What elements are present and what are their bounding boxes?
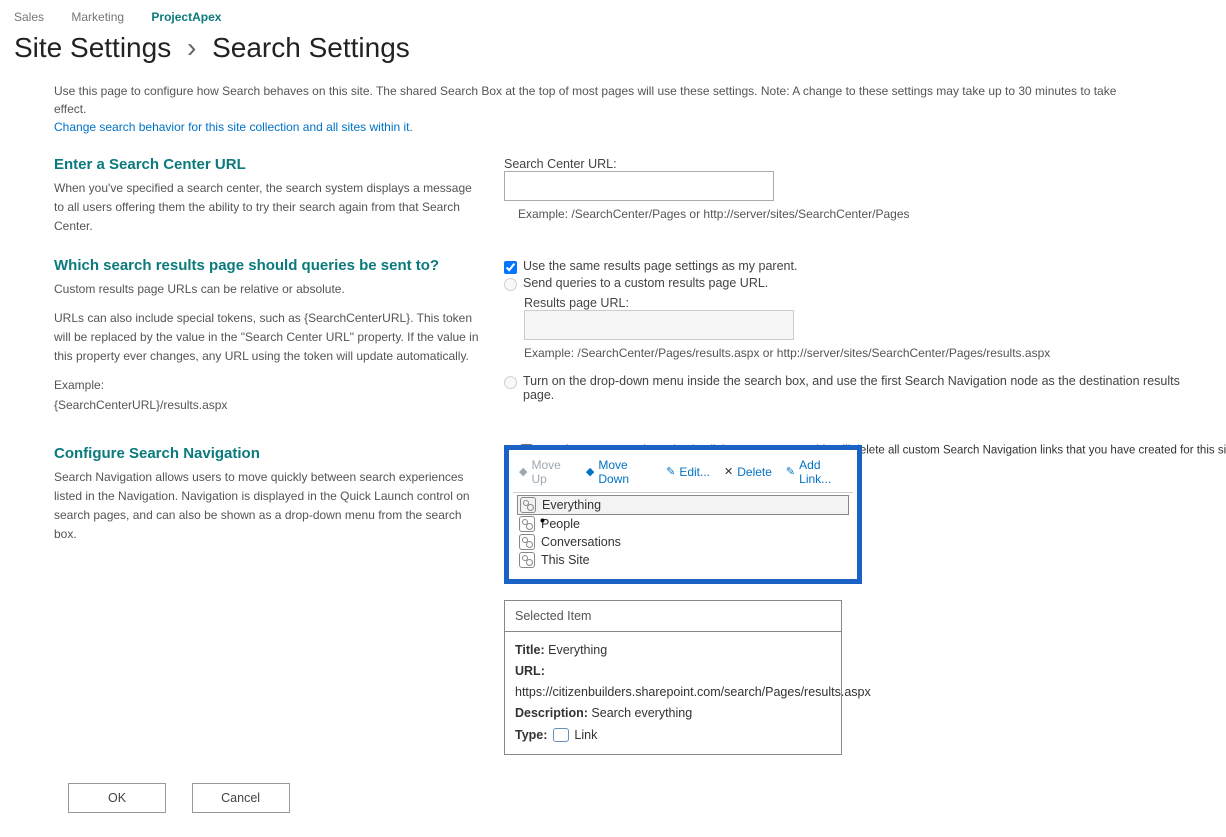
use-parent-results-label: Use the same results page settings as my…	[523, 259, 797, 273]
edit-button[interactable]: ✎Edit...	[666, 465, 710, 479]
page-title-part2: Search Settings	[212, 32, 410, 63]
page-title-part1: Site Settings	[14, 32, 171, 63]
intro-text: Use this page to configure how Search be…	[54, 82, 1134, 136]
selected-item-header: Selected Item	[504, 600, 842, 632]
add-link-button[interactable]: ✎Add Link...	[786, 458, 847, 486]
dropdown-results-label: Turn on the drop-down menu inside the se…	[523, 374, 1212, 402]
nav-toolbar: ◆Move Up ◆Move Down ✎Edit... ✕Delete ✎Ad…	[513, 454, 853, 490]
add-link-icon: ✎	[786, 465, 795, 478]
selected-item-panel: Selected Item Title: Everything URL:http…	[504, 600, 842, 755]
nav-item-label: People	[541, 517, 580, 531]
results-desc-2: URLs can also include special tokens, su…	[54, 309, 484, 367]
selected-title-value: Everything	[548, 643, 607, 657]
link-icon	[520, 497, 536, 513]
results-page-url-label: Results page URL:	[524, 296, 629, 310]
selected-desc-value: Search everything	[591, 706, 692, 720]
nav-item-label: Conversations	[541, 535, 621, 549]
results-page-url-input[interactable]	[524, 310, 794, 340]
move-down-button[interactable]: ◆Move Down	[586, 458, 652, 486]
link-icon	[519, 534, 535, 550]
delete-button[interactable]: ✕Delete	[724, 465, 772, 479]
move-up-button[interactable]: ◆Move Up	[519, 458, 572, 486]
selected-type-label: Type:	[515, 728, 547, 742]
nav-item-people[interactable]: People	[517, 515, 849, 533]
search-center-url-label: Search Center URL:	[504, 157, 617, 171]
breadcrumb-item-active[interactable]: ProjectApex	[151, 10, 221, 24]
cancel-button[interactable]: Cancel	[192, 783, 290, 813]
delete-icon: ✕	[724, 465, 733, 478]
custom-results-label: Send queries to a custom results page UR…	[523, 276, 768, 290]
edit-icon: ✎	[666, 465, 675, 478]
link-icon	[553, 728, 569, 742]
nav-item-label: This Site	[541, 553, 590, 567]
results-desc-3a: Example:	[54, 378, 104, 392]
selected-title-label: Title:	[515, 643, 545, 657]
arrow-down-icon: ◆	[586, 465, 594, 478]
selected-url-label: URL:	[515, 664, 545, 678]
results-page-url-example: Example: /SearchCenter/Pages/results.asp…	[524, 346, 1212, 360]
nav-list: Everything People Conversations This Sit…	[513, 492, 853, 575]
section-desc-nav: Search Navigation allows users to move q…	[54, 468, 484, 545]
section-desc-search-center: When you've specified a search center, t…	[54, 179, 484, 237]
title-separator-icon: ›	[187, 32, 196, 63]
change-behavior-link[interactable]: Change search behavior for this site col…	[54, 120, 413, 134]
arrow-up-icon: ◆	[519, 465, 527, 478]
intro-text-body: Use this page to configure how Search be…	[54, 84, 1116, 116]
nav-editor-highlight: ◆Move Up ◆Move Down ✎Edit... ✕Delete ✎Ad…	[504, 445, 862, 584]
nav-item-conversations[interactable]: Conversations	[517, 533, 849, 551]
results-desc-1: Custom results page URLs can be relative…	[54, 280, 484, 299]
selected-url-value: https://citizenbuilders.sharepoint.com/s…	[515, 685, 871, 699]
use-parent-results-checkbox[interactable]	[504, 261, 517, 274]
section-heading-results-page: Which search results page should queries…	[54, 257, 484, 274]
page-title: Site Settings › Search Settings	[14, 32, 1212, 64]
ok-button[interactable]: OK	[68, 783, 166, 813]
nav-item-label: Everything	[542, 498, 601, 512]
section-heading-nav: Configure Search Navigation	[54, 445, 484, 462]
breadcrumb-item[interactable]: Sales	[14, 10, 44, 24]
section-heading-search-center: Enter a Search Center URL	[54, 156, 484, 173]
selected-desc-label: Description:	[515, 706, 588, 720]
link-icon	[519, 552, 535, 568]
selected-type-value: Link	[574, 728, 597, 742]
custom-results-radio[interactable]	[504, 278, 517, 291]
breadcrumb-item[interactable]: Marketing	[71, 10, 124, 24]
results-desc-3b: {SearchCenterURL}/results.aspx	[54, 398, 227, 412]
link-icon	[519, 516, 535, 532]
search-center-url-input[interactable]	[504, 171, 774, 201]
breadcrumb: Sales Marketing ProjectApex	[14, 10, 1212, 28]
dropdown-results-radio[interactable]	[504, 376, 517, 389]
search-center-url-example: Example: /SearchCenter/Pages or http://s…	[518, 207, 1212, 221]
nav-item-everything[interactable]: Everything	[517, 495, 849, 515]
nav-item-this-site[interactable]: This Site	[517, 551, 849, 569]
